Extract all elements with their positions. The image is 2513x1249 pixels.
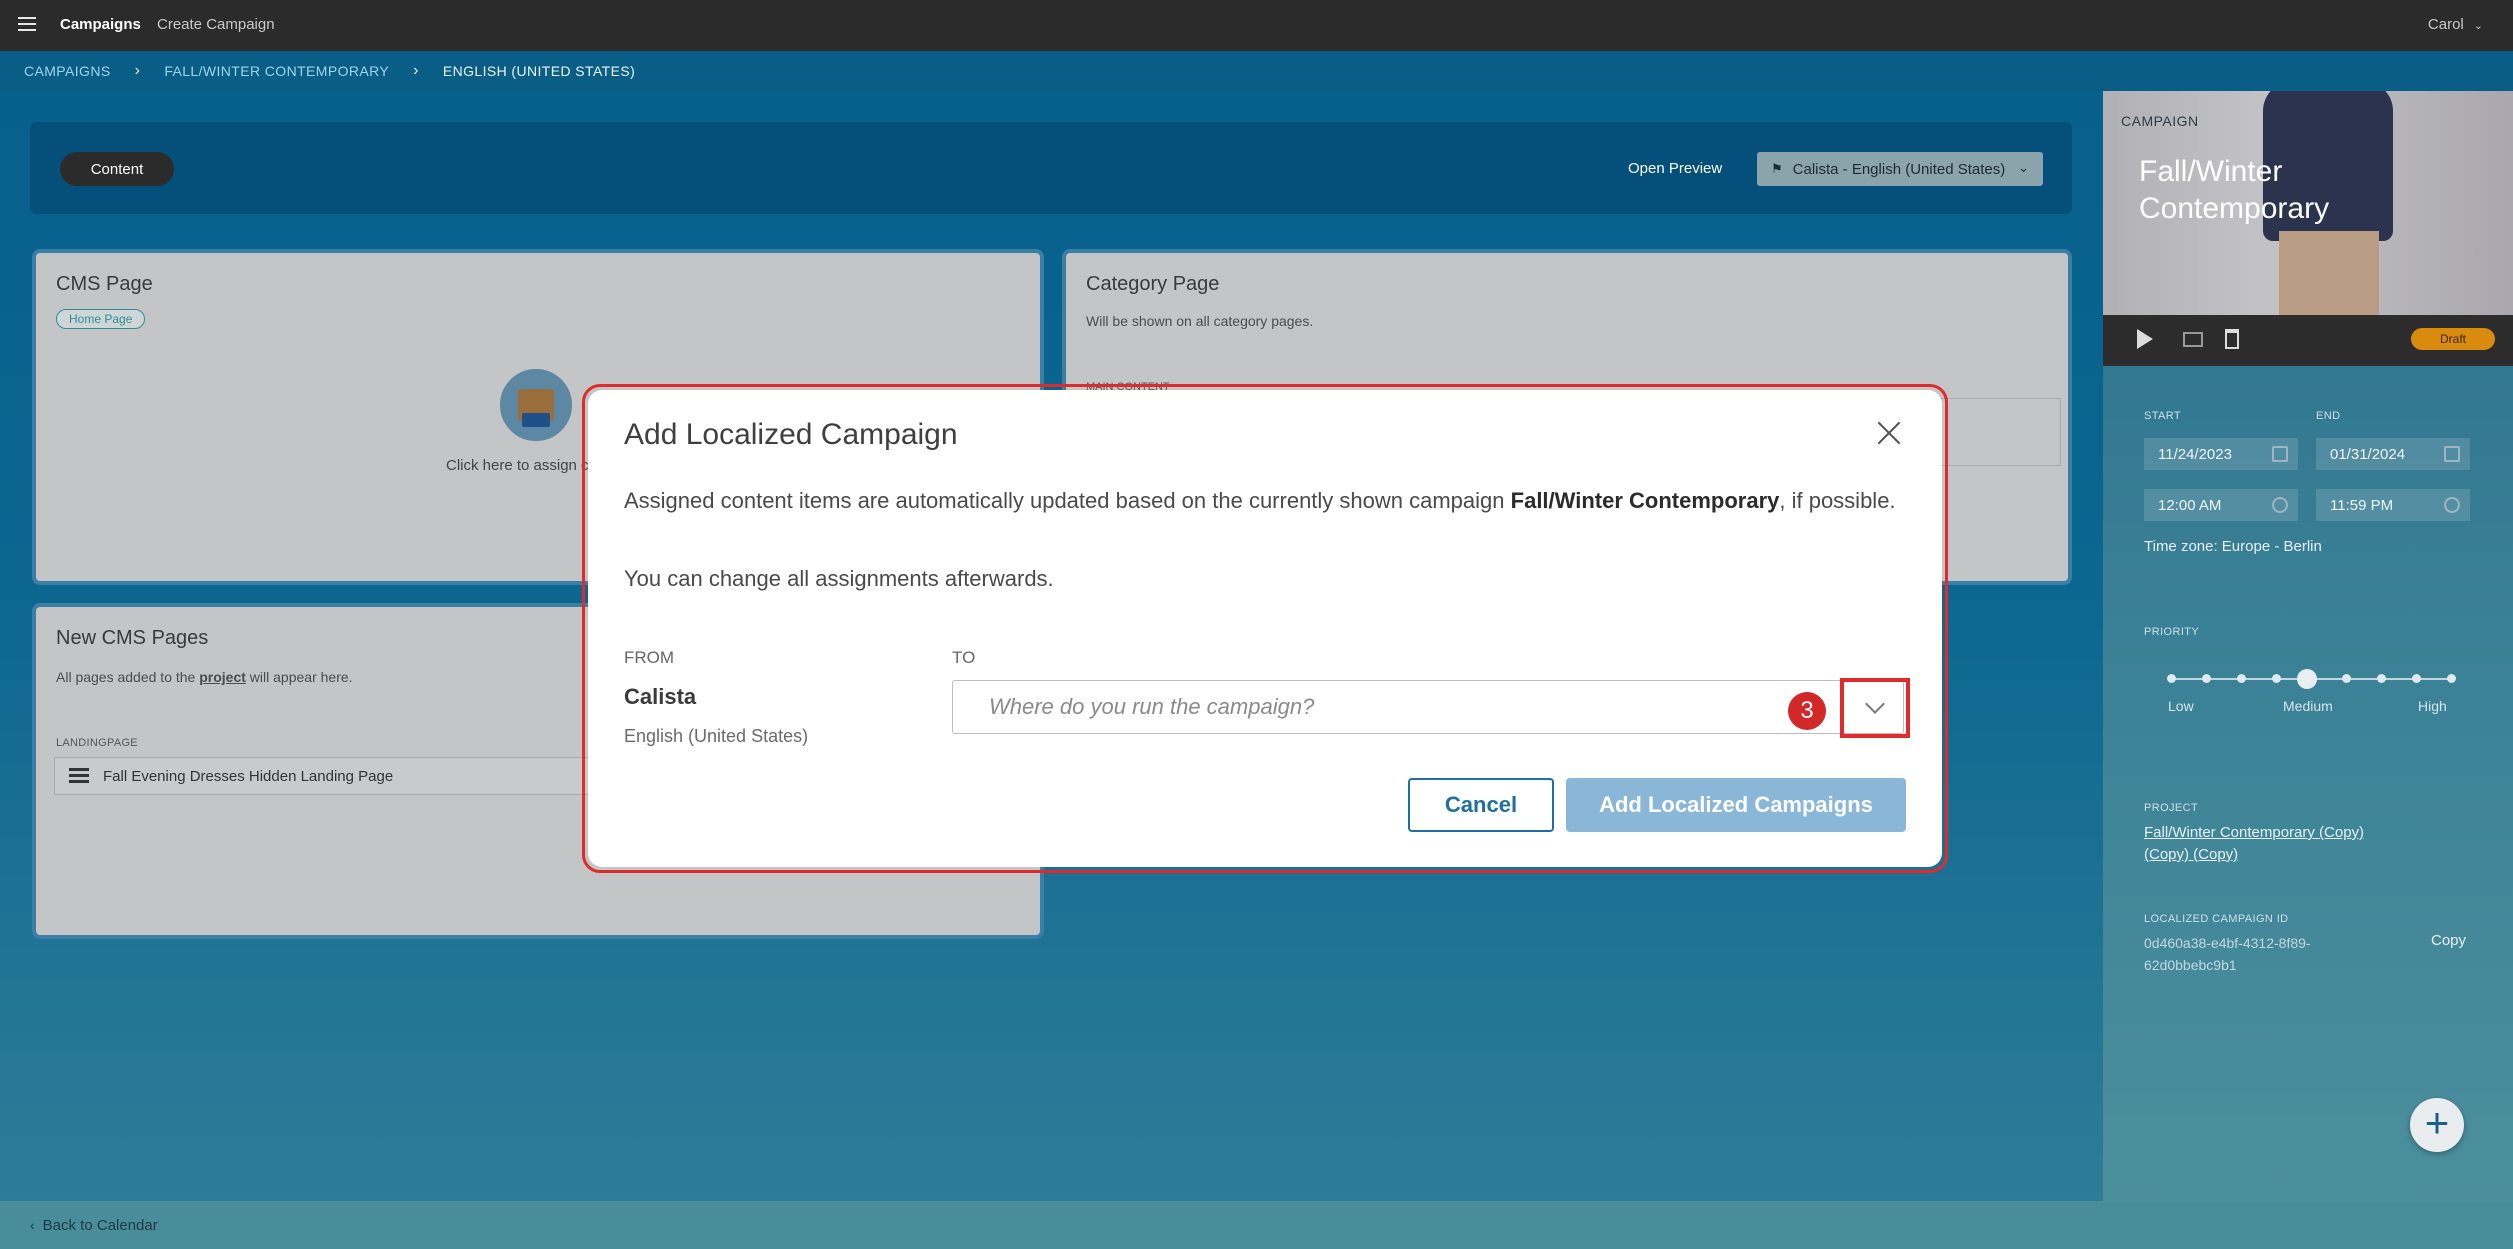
to-label: TO <box>952 648 976 667</box>
breadcrumb-locale: ENGLISH (UNITED STATES) <box>442 63 636 79</box>
priority-step[interactable] <box>2167 674 2176 683</box>
content-box-icon[interactable] <box>496 365 576 445</box>
priority-step[interactable] <box>2202 674 2211 683</box>
start-date-field[interactable]: 11/24/2023 <box>2144 438 2298 470</box>
dialog-title: Add Localized Campaign <box>624 418 958 451</box>
clock-icon[interactable] <box>2272 497 2288 513</box>
chevron-down-icon: ⌄ <box>2018 160 2029 175</box>
card-title: New CMS Pages <box>56 627 209 649</box>
tab-content[interactable]: Content <box>60 152 174 186</box>
project-link[interactable]: project <box>199 669 246 685</box>
top-bar: Campaigns Create Campaign Carol ⌄ <box>0 0 2513 51</box>
priority-slider-handle[interactable] <box>2297 669 2317 689</box>
target-site-placeholder: Where do you run the campaign? <box>989 694 1315 719</box>
priority-step[interactable] <box>2272 674 2281 683</box>
breadcrumb-separator: › <box>134 62 141 79</box>
priority-step[interactable] <box>2342 674 2351 683</box>
user-name: Carol <box>2427 16 2464 33</box>
home-page-tag: Home Page <box>56 309 146 329</box>
breadcrumb: CAMPAIGNS › FALL/WINTER CONTEMPORARY › E… <box>0 51 2513 91</box>
archive-icon[interactable] <box>2183 332 2203 347</box>
card-title: Category Page <box>1086 273 1220 295</box>
priority-label: PRIORITY <box>2144 626 2200 638</box>
project-link[interactable]: Fall/Winter Contemporary (Copy) (Copy) (… <box>2144 822 2394 866</box>
end-time-value: 11:59 PM <box>2330 496 2394 514</box>
back-to-calendar-link[interactable]: Back to Calendar <box>43 1217 158 1234</box>
campaign-label: CAMPAIGN <box>2121 113 2199 129</box>
priority-medium-label: Medium <box>2283 698 2333 714</box>
start-date-value: 11/24/2023 <box>2158 445 2232 463</box>
from-label: FROM <box>624 648 675 667</box>
project-label: PROJECT <box>2144 802 2199 814</box>
card-subtitle: All pages added to the project will appe… <box>56 669 353 685</box>
start-time-value: 12:00 AM <box>2158 496 2222 514</box>
app-title[interactable]: Campaigns <box>60 16 141 33</box>
dialog-description: Assigned content items are automatically… <box>624 488 1896 513</box>
priority-step[interactable] <box>2447 674 2456 683</box>
add-localized-campaign-dialog: Add Localized Campaign Assigned content … <box>588 390 1942 867</box>
landing-page-item[interactable]: Fall Evening Dresses Hidden Landing Page <box>54 757 654 795</box>
dialog-note: You can change all assignments afterward… <box>624 566 1054 591</box>
assign-content-link[interactable]: Click here to assign c <box>446 457 589 474</box>
landing-page-name: Fall Evening Dresses Hidden Landing Page <box>103 767 394 785</box>
campaign-title: Fall/Winter Contemporary <box>2139 153 2329 227</box>
locale-select-value: Calista - English (United States) <box>1792 160 2006 178</box>
footer-bar: ‹ Back to Calendar <box>0 1201 2513 1249</box>
chevron-down-icon <box>1865 694 1885 714</box>
priority-step[interactable] <box>2412 674 2421 683</box>
from-locale: English (United States) <box>624 726 809 746</box>
add-localized-campaigns-button[interactable]: Add Localized Campaigns <box>1566 778 1906 832</box>
cancel-button[interactable]: Cancel <box>1408 778 1554 832</box>
priority-step[interactable] <box>2237 674 2246 683</box>
calendar-icon[interactable] <box>2272 446 2288 462</box>
campaign-hero: CAMPAIGN Fall/Winter Contemporary Draft <box>2103 91 2513 366</box>
campaign-id-line: 62d0bbebc9b1 <box>2144 957 2237 973</box>
target-site-select[interactable]: Where do you run the campaign? <box>952 680 1904 734</box>
create-campaign-link[interactable]: Create Campaign <box>157 16 275 33</box>
open-preview-link[interactable]: Open Preview <box>1628 160 1722 177</box>
campaign-title-line: Contemporary <box>2139 192 2330 225</box>
landing-page-label: LANDINGPAGE <box>56 737 138 749</box>
add-button[interactable]: + <box>2410 1098 2464 1152</box>
chevron-down-icon: ⌄ <box>2473 20 2483 32</box>
campaign-id-value: 0d460a38-e4bf-4312-8f89- 62d0bbebc9b1 <box>2144 932 2344 976</box>
play-icon[interactable] <box>2137 329 2153 349</box>
end-label: END <box>2316 410 2341 422</box>
trash-icon[interactable] <box>2225 329 2239 349</box>
campaign-id-label: LOCALIZED CAMPAIGN ID <box>2144 913 2289 925</box>
clock-icon[interactable] <box>2444 497 2460 513</box>
campaign-id-line: 0d460a38-e4bf-4312-8f89- <box>2144 935 2311 951</box>
list-icon <box>69 768 89 784</box>
start-time-field[interactable]: 12:00 AM <box>2144 489 2298 521</box>
calendar-icon[interactable] <box>2444 446 2460 462</box>
campaign-title-line: Fall/Winter <box>2139 155 2283 188</box>
card-title: CMS Page <box>56 273 153 295</box>
status-badge: Draft <box>2411 328 2495 350</box>
priority-low-label: Low <box>2168 698 2194 714</box>
from-site-name: Calista <box>624 684 697 709</box>
end-date-value: 01/31/2024 <box>2330 445 2406 463</box>
start-label: START <box>2144 410 2182 422</box>
locale-select[interactable]: ⚑ Calista - English (United States) ⌄ <box>1757 152 2043 186</box>
close-icon[interactable] <box>1874 418 1904 448</box>
end-date-field[interactable]: 01/31/2024 <box>2316 438 2470 470</box>
flag-icon: ⚑ <box>1771 161 1783 176</box>
card-subtitle: Will be shown on all category pages. <box>1086 313 1314 329</box>
breadcrumb-campaign[interactable]: FALL/WINTER CONTEMPORARY <box>164 63 389 79</box>
priority-step[interactable] <box>2377 674 2386 683</box>
project-link-line: (Copy) (Copy) <box>2144 846 2239 863</box>
step-badge: 3 <box>1788 692 1826 730</box>
project-link-line: Fall/Winter Contemporary (Copy) <box>2144 824 2365 841</box>
priority-high-label: High <box>2418 698 2447 714</box>
target-site-dropdown-button[interactable] <box>1840 678 1910 738</box>
end-time-field[interactable]: 11:59 PM <box>2316 489 2470 521</box>
breadcrumb-campaigns[interactable]: CAMPAIGNS <box>24 63 111 79</box>
hamburger-icon[interactable] <box>18 17 36 31</box>
copy-id-button[interactable]: Copy <box>2431 932 2466 949</box>
breadcrumb-separator: › <box>413 62 419 79</box>
user-menu[interactable]: Carol ⌄ <box>2428 16 2483 33</box>
timezone-text: Time zone: Europe - Berlin <box>2144 538 2322 555</box>
chevron-left-icon: ‹ <box>30 1217 35 1233</box>
